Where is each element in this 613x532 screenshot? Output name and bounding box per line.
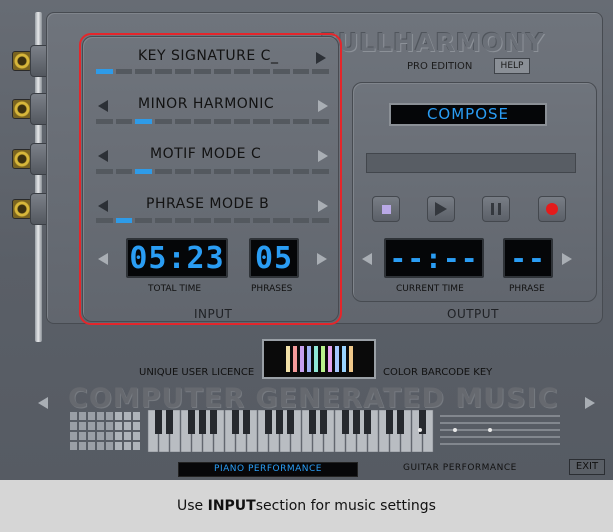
input-highlight-outline [79, 33, 342, 325]
phrase-label: PHRASE [509, 284, 545, 294]
pause-button[interactable] [482, 196, 510, 222]
caption-suffix: section for music settings [255, 498, 436, 514]
current-time-label: CURRENT TIME [396, 284, 464, 294]
current-time-prev-arrow[interactable] [362, 253, 372, 265]
barcode-stripe [292, 346, 297, 372]
help-button[interactable]: HELP [494, 58, 530, 74]
caption-prefix: Use [177, 498, 204, 514]
user-licence-label: UNIQUE USER LICENCE [139, 367, 255, 378]
phrase-display: -- [503, 238, 553, 278]
guitar-performance-tab[interactable]: GUITAR PERFORMANCE [403, 462, 533, 477]
record-icon [546, 203, 558, 215]
barcode-stripe [313, 346, 318, 372]
exit-button[interactable]: EXIT [569, 459, 605, 475]
pause-icon [491, 203, 501, 215]
app-window: FULLHARMONY PRO EDITION HELP KEY SIGNATU… [0, 0, 613, 480]
record-button[interactable] [538, 196, 566, 222]
barcode-stripe [285, 346, 290, 372]
current-time-next-arrow[interactable] [562, 253, 572, 265]
piano-keyboard[interactable] [70, 410, 560, 452]
barcode-key-label: COLOR BARCODE KEY [383, 367, 493, 378]
barcode-stripe [327, 346, 332, 372]
barcode-stripe [306, 346, 311, 372]
piano-performance-tab[interactable]: PIANO PERFORMANCE [178, 462, 358, 477]
barcode-stripe [341, 346, 346, 372]
barcode-stripe [348, 346, 353, 372]
plug-icon [12, 99, 32, 119]
caption-emphasis: INPUT [207, 498, 256, 514]
edition-label: PRO EDITION [407, 61, 473, 72]
barcode-stripe [299, 346, 304, 372]
current-time-display: --:-- [384, 238, 484, 278]
stop-icon [381, 204, 391, 214]
output-section-label: OUTPUT [447, 307, 499, 321]
performance-prev-arrow[interactable] [38, 397, 48, 409]
play-button[interactable] [427, 196, 455, 222]
barcode-stripe [320, 346, 325, 372]
performance-next-arrow[interactable] [585, 397, 595, 409]
stop-button[interactable] [372, 196, 400, 222]
progress-bar [366, 153, 576, 173]
barcode-stripe [334, 346, 339, 372]
brand-title: FULLHARMONY [320, 28, 545, 57]
full-harmony-app: FULLHARMONY PRO EDITION HELP KEY SIGNATU… [0, 0, 613, 532]
caption-bar: Use INPUT section for music settings [0, 480, 613, 532]
plug-icon [12, 199, 32, 219]
plug-icon [12, 51, 32, 71]
plug-icon [12, 149, 32, 169]
play-icon [435, 202, 447, 216]
color-barcode [262, 339, 376, 379]
compose-button[interactable]: COMPOSE [389, 103, 547, 126]
